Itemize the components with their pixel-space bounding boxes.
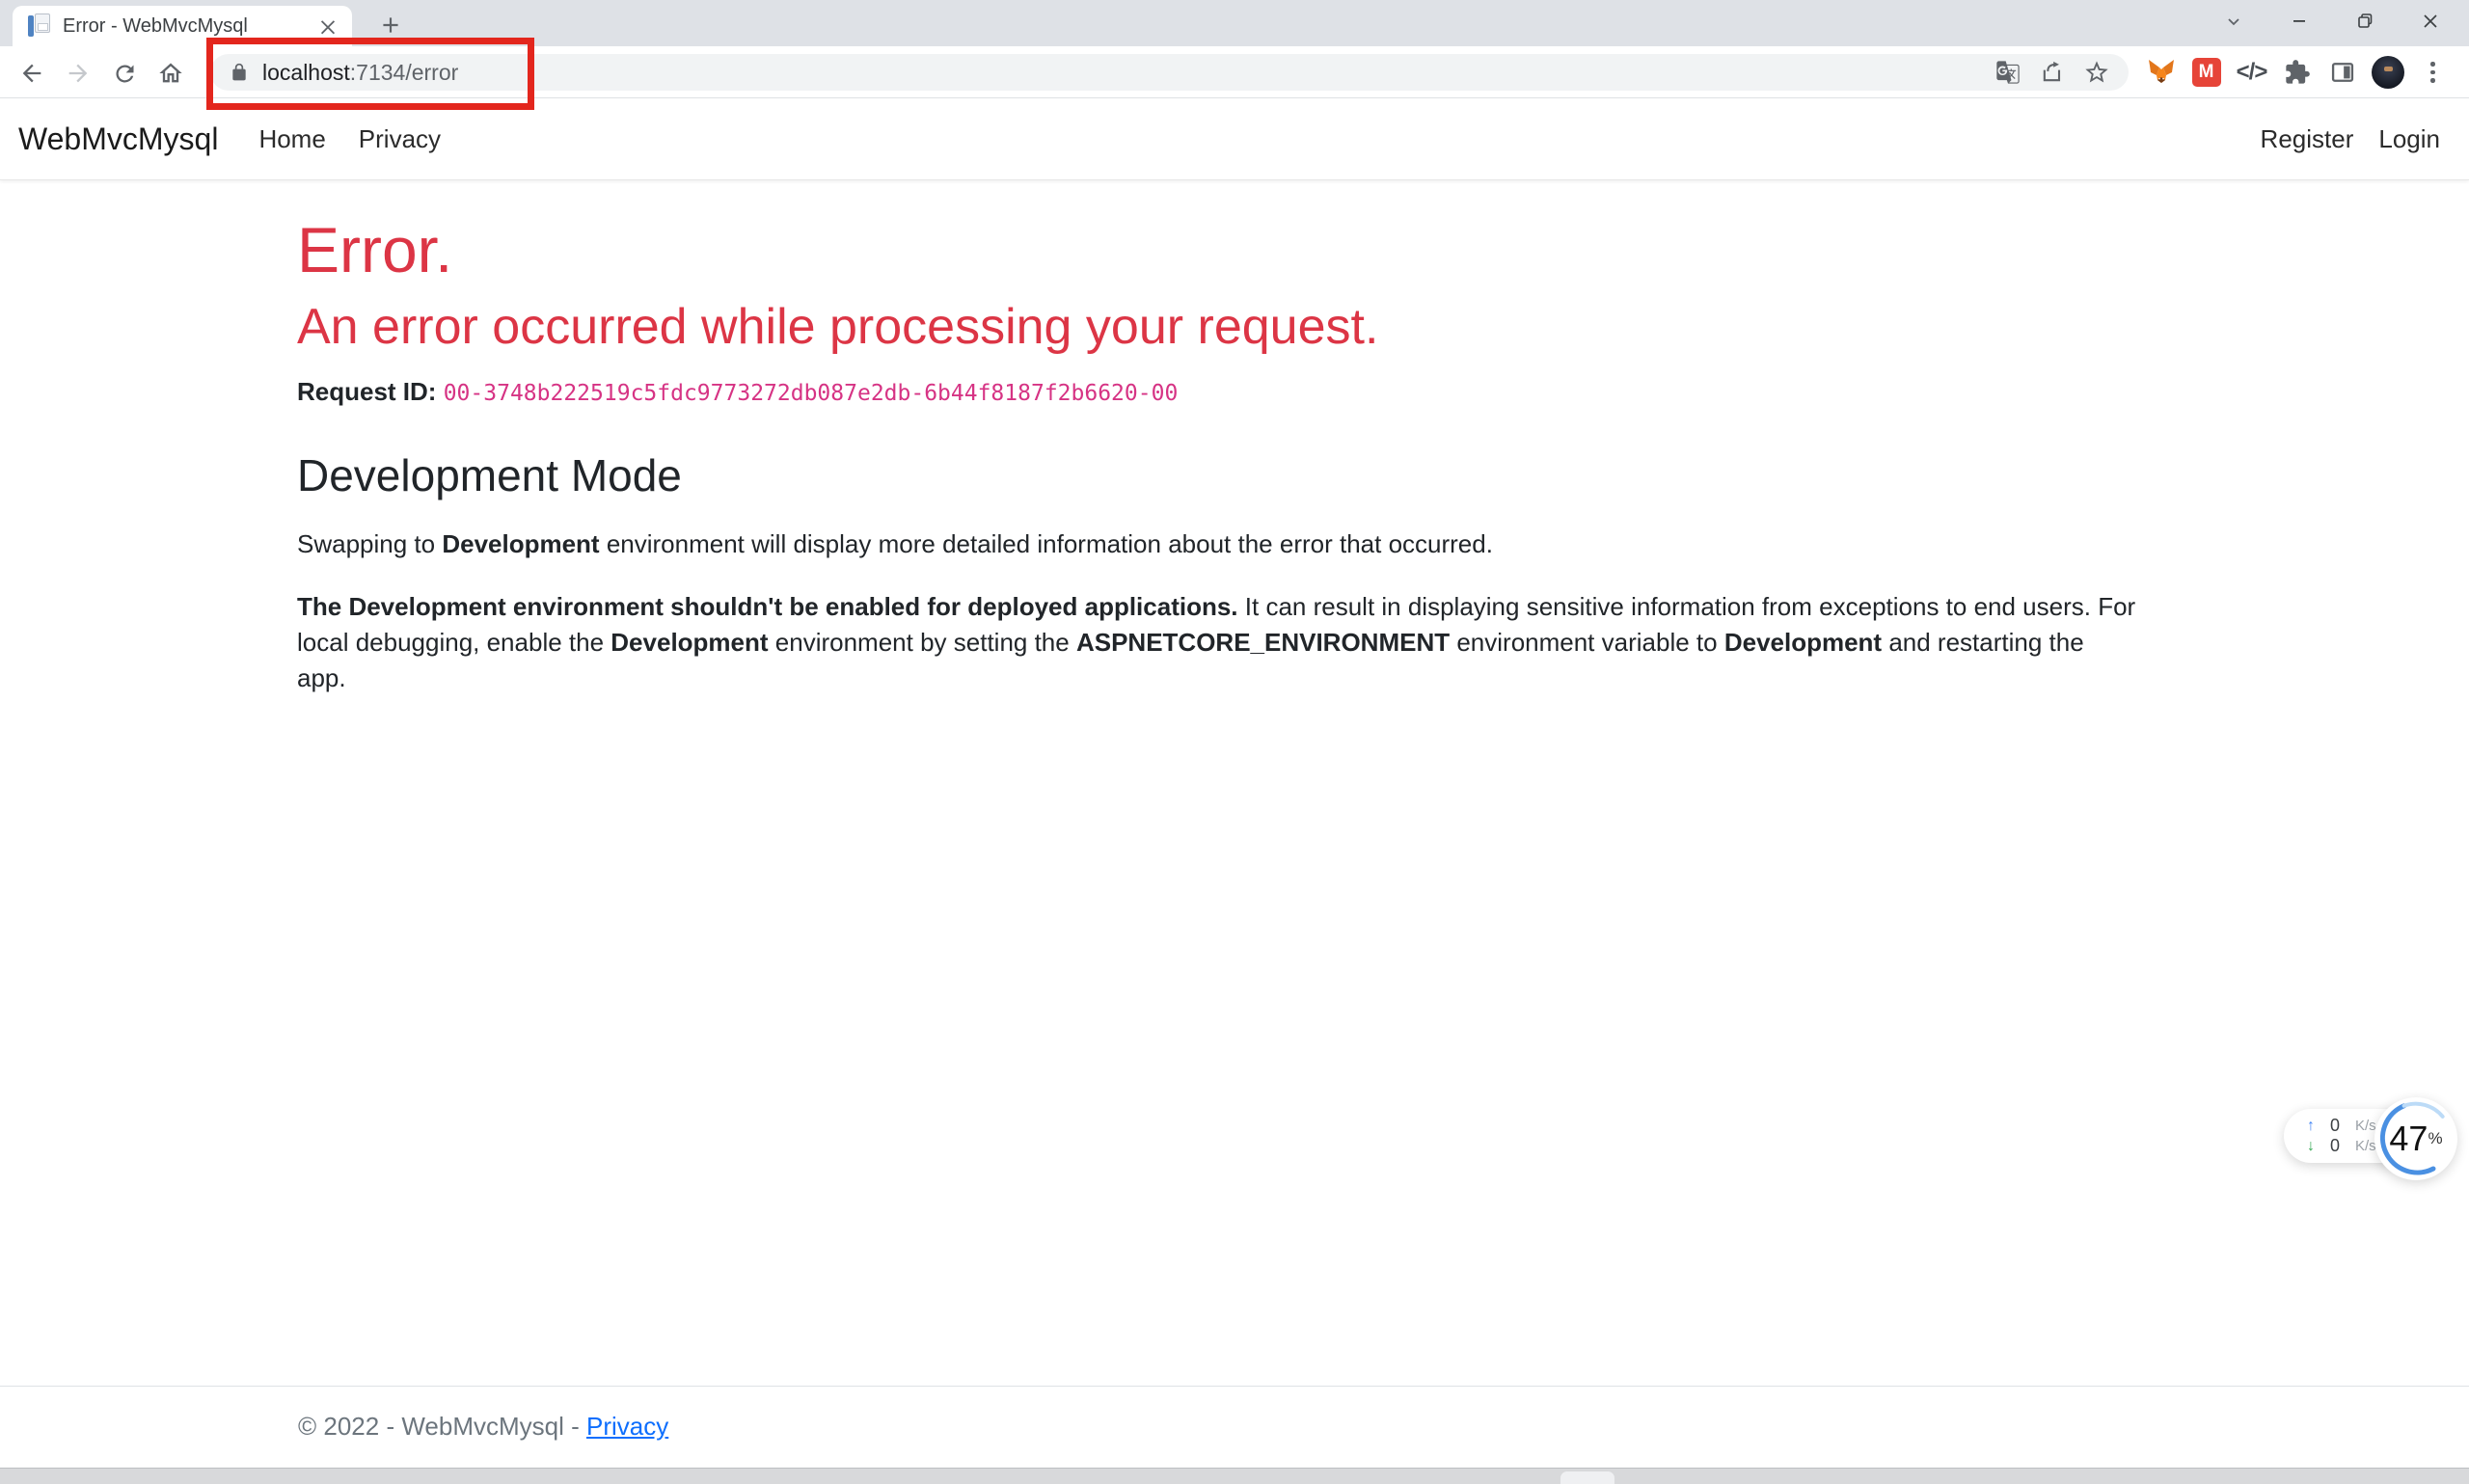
nav-link-privacy[interactable]: Privacy bbox=[359, 124, 441, 154]
site-navbar: WebMvcMysql Home Privacy Register Login bbox=[0, 99, 2469, 180]
tab-title: Error - WebMvcMysql bbox=[63, 15, 315, 38]
window-controls bbox=[2201, 0, 2463, 46]
development-mode-title: Development Mode bbox=[297, 449, 2139, 501]
translate-icon[interactable] bbox=[1986, 54, 2030, 91]
back-icon[interactable] bbox=[14, 55, 50, 92]
close-window-button[interactable] bbox=[2398, 0, 2463, 42]
dev-mode-paragraph: Swapping to Development environment will… bbox=[297, 526, 2139, 561]
bookmark-star-icon[interactable] bbox=[2075, 54, 2119, 91]
tab-close-icon[interactable] bbox=[315, 13, 340, 39]
main-content: Error. An error occurred while processin… bbox=[297, 180, 2139, 696]
extensions-row: M </> bbox=[2138, 50, 2455, 94]
upload-speed-value: 0 bbox=[2322, 1116, 2347, 1136]
error-title: Error. bbox=[297, 215, 2139, 285]
metamask-fox-icon[interactable] bbox=[2138, 50, 2184, 94]
home-icon[interactable] bbox=[152, 55, 189, 92]
dev-warning-paragraph: The Development environment shouldn't be… bbox=[297, 589, 2137, 697]
code-extension-icon[interactable]: </> bbox=[2229, 50, 2274, 94]
extensions-puzzle-icon[interactable] bbox=[2274, 50, 2320, 94]
gmail-icon[interactable]: M bbox=[2184, 50, 2229, 94]
percent-value: 47 bbox=[2389, 1119, 2428, 1159]
taskbar-highlight bbox=[1560, 1471, 1614, 1484]
upload-speed-unit: K/s bbox=[2355, 1118, 2376, 1134]
network-monitor-widget[interactable]: ↑ 0 K/s ↓ 0 K/s 47% bbox=[2278, 1095, 2461, 1182]
restore-button[interactable] bbox=[2332, 0, 2398, 42]
profile-avatar[interactable] bbox=[2365, 50, 2410, 94]
page-footer: © 2022 - WebMvcMysql - Privacy bbox=[0, 1386, 2469, 1469]
page-favicon-icon bbox=[28, 13, 51, 39]
reload-icon[interactable] bbox=[106, 55, 143, 92]
browser-menu-dots-icon[interactable] bbox=[2410, 50, 2455, 94]
percent-badge[interactable]: 47% bbox=[2374, 1097, 2457, 1180]
nav-link-login[interactable]: Login bbox=[2378, 124, 2440, 154]
upload-arrow-icon: ↑ bbox=[2307, 1118, 2322, 1135]
side-panel-icon[interactable] bbox=[2320, 50, 2365, 94]
download-speed-value: 0 bbox=[2322, 1136, 2347, 1156]
nav-link-register[interactable]: Register bbox=[2261, 124, 2354, 154]
nav-link-home[interactable]: Home bbox=[258, 124, 325, 154]
request-id-value: 00-3748b222519c5fdc9773272db087e2db-6b44… bbox=[444, 381, 1179, 406]
forward-icon[interactable] bbox=[60, 55, 96, 92]
error-subtitle: An error occurred while processing your … bbox=[297, 299, 2139, 357]
footer-privacy-link[interactable]: Privacy bbox=[586, 1412, 668, 1441]
request-id-label: Request ID: bbox=[297, 377, 436, 406]
download-speed-unit: K/s bbox=[2355, 1138, 2376, 1154]
address-bar-annotation-box bbox=[206, 38, 534, 110]
minimize-button[interactable] bbox=[2266, 0, 2332, 42]
request-id-line: Request ID: 00-3748b222519c5fdc9773272db… bbox=[297, 377, 2139, 407]
copyright-text: © 2022 - WebMvcMysql - bbox=[298, 1412, 586, 1441]
browser-window: Error - WebMvcMysql bbox=[0, 0, 2469, 1484]
share-icon[interactable] bbox=[2030, 54, 2075, 91]
download-arrow-icon: ↓ bbox=[2307, 1138, 2322, 1155]
taskbar-sliver bbox=[0, 1468, 2469, 1484]
navbar-brand[interactable]: WebMvcMysql bbox=[18, 121, 218, 157]
tab-search-chevron-icon[interactable] bbox=[2201, 0, 2266, 42]
